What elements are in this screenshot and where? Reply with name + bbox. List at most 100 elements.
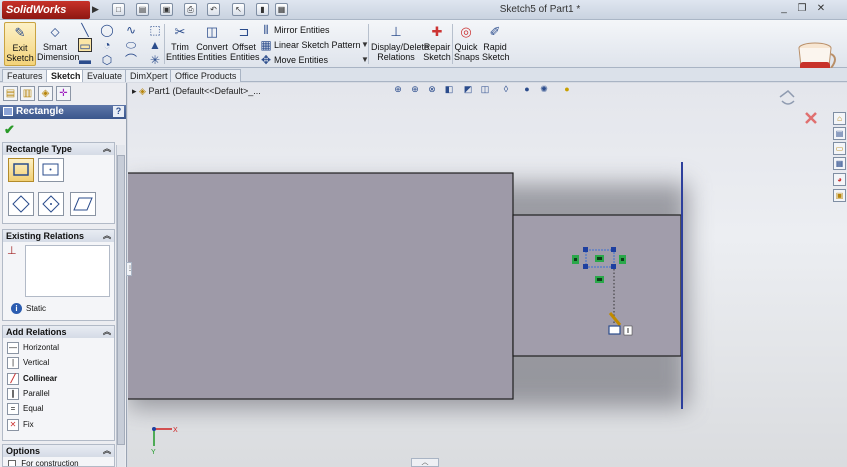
restore-button[interactable]: ❐ xyxy=(793,2,811,17)
exit-sketch-button[interactable]: ✎ Exit Sketch xyxy=(4,22,36,66)
document-close-icon[interactable]: ✕ xyxy=(828,83,836,84)
panel-splitter-handle[interactable]: ⋮ xyxy=(126,262,133,276)
3-point-center-rectangle-button[interactable] xyxy=(38,192,64,216)
restore-down-icon[interactable]: ⎯ xyxy=(788,83,793,86)
minimize-button[interactable]: _ xyxy=(775,2,793,17)
section-header[interactable]: Options ︽ xyxy=(3,445,114,457)
confirmation-corner[interactable] xyxy=(779,90,817,124)
dimxpert-manager-icon[interactable]: ✛ xyxy=(56,86,71,101)
corner-rectangle-button[interactable] xyxy=(8,158,34,182)
convert-entities-button[interactable]: ◫ Convert Entities xyxy=(196,22,228,66)
move-icon[interactable]: ✥ xyxy=(259,53,273,67)
relation-vertical[interactable]: | Vertical xyxy=(7,356,49,370)
menu-arrow-icon[interactable]: ▶ xyxy=(92,4,99,15)
fillet-icon[interactable]: ⌒ xyxy=(124,53,138,67)
center-rectangle-button[interactable] xyxy=(38,158,64,182)
arc-icon[interactable]: ◔ xyxy=(100,38,114,52)
plane-icon[interactable]: ▲ xyxy=(148,38,162,52)
section-header[interactable]: Add Relations ︽ xyxy=(3,326,114,338)
dotted-box-icon[interactable]: ⬚ xyxy=(148,23,162,37)
task-pane-file-explorer-icon[interactable]: ▭ xyxy=(833,142,846,155)
feature-manager-icon[interactable]: ▤ xyxy=(3,86,18,101)
apply-scene-icon[interactable]: ✺ xyxy=(538,83,550,95)
close-button[interactable]: ✕ xyxy=(812,2,830,17)
rectangle-icon[interactable]: ▭ xyxy=(78,38,92,53)
smart-dimension-button[interactable]: ⬦ Smart Dimension xyxy=(37,22,80,66)
section-view-icon[interactable]: ◧ xyxy=(443,83,455,95)
for-construction-checkbox[interactable] xyxy=(8,459,16,466)
line-icon[interactable]: ╲ xyxy=(78,23,92,37)
for-construction-option[interactable]: For construction xyxy=(8,459,79,466)
undo-icon[interactable]: ↶ xyxy=(207,3,220,16)
motion-study-expand-tab[interactable]: ︿ xyxy=(411,458,439,467)
tab-evaluate[interactable]: Evaluate xyxy=(82,69,128,82)
trim-entities-button[interactable]: ✂ Trim Entities xyxy=(166,22,196,66)
linear-pattern-icon[interactable]: ▦ xyxy=(259,38,273,52)
slot-icon[interactable]: ▬ xyxy=(78,53,92,67)
tab-dimxpert[interactable]: DimXpert xyxy=(125,69,173,82)
circle-icon[interactable]: ◯ xyxy=(100,23,114,37)
hide-show-icon[interactable]: ◊ xyxy=(500,83,512,95)
tab-sketch[interactable]: Sketch xyxy=(46,69,86,82)
rebuild-icon[interactable]: ▮ xyxy=(256,3,269,16)
open-icon[interactable]: ▤ xyxy=(136,3,149,16)
parallelogram-button[interactable] xyxy=(70,192,96,216)
mirror-entities-button[interactable]: Mirror Entities xyxy=(274,25,330,35)
previous-view-icon[interactable]: ⊗ xyxy=(426,83,438,95)
task-pane-appearances-icon[interactable]: ◕ xyxy=(833,173,846,186)
repair-sketch-button[interactable]: ✚ Repair Sketch xyxy=(423,22,451,66)
edit-appearance-icon[interactable]: ● xyxy=(521,83,533,95)
solidworks-logo[interactable]: SolidWorks xyxy=(2,1,90,19)
options-icon[interactable]: ▦ xyxy=(275,3,288,16)
view-settings-icon[interactable]: ● xyxy=(561,83,573,95)
tab-features[interactable]: Features xyxy=(2,69,48,82)
part-body-face[interactable] xyxy=(128,172,514,400)
quick-snaps-button[interactable]: ◎ Quick Snaps xyxy=(454,22,480,66)
cancel-sketch-icon[interactable] xyxy=(805,112,817,124)
configuration-manager-icon[interactable]: ◈ xyxy=(38,86,53,101)
display-style-icon[interactable]: ◫ xyxy=(479,83,491,95)
feature-tree-flyout[interactable]: ▸ ◈ Part1 (Default<<Default>_... xyxy=(132,86,261,97)
offset-entities-button[interactable]: ⊐ Offset Entities xyxy=(230,22,260,66)
relation-horizontal[interactable]: — Horizontal xyxy=(7,341,59,355)
task-pane-view-palette-icon[interactable]: ▦ xyxy=(833,157,846,170)
3-point-corner-rectangle-button[interactable] xyxy=(8,192,34,216)
tile-window-icon[interactable]: ❐ xyxy=(808,83,816,84)
zoom-to-fit-icon[interactable]: ⊕ xyxy=(392,83,404,95)
model-canvas[interactable]: X Y xyxy=(128,83,847,467)
task-pane-home-icon[interactable]: ⌂ xyxy=(833,112,846,125)
new-document-icon[interactable]: □ xyxy=(112,3,125,16)
print-icon[interactable]: ⎙ xyxy=(184,3,197,16)
panel-scrollbar[interactable] xyxy=(116,145,125,467)
exit-sketch-corner-icon[interactable] xyxy=(779,90,795,105)
rapid-sketch-button[interactable]: ✐ Rapid Sketch xyxy=(482,22,510,66)
move-entities-button[interactable]: Move Entities xyxy=(274,55,328,65)
display-delete-relations-button[interactable]: ⊥ Display/Delete Relations xyxy=(371,22,429,66)
property-manager-icon[interactable]: ▥ xyxy=(20,86,35,101)
graphics-area[interactable]: X Y ▸ ◈ Part1 (Default<<Default>_... ⊕ ⊕… xyxy=(128,83,847,467)
expand-icon[interactable]: ▸ xyxy=(132,86,137,96)
save-icon[interactable]: ▣ xyxy=(160,3,173,16)
tab-office-products[interactable]: Office Products xyxy=(170,69,242,82)
dropdown-arrow-icon[interactable]: ▼ xyxy=(358,38,372,52)
section-header[interactable]: Rectangle Type ︽ xyxy=(3,143,114,155)
zoom-to-area-icon[interactable]: ⊕ xyxy=(409,83,421,95)
relation-parallel[interactable]: ∥ Parallel xyxy=(7,387,50,401)
spline-icon[interactable]: ∿ xyxy=(124,23,138,37)
relation-fix[interactable]: ✕ Fix xyxy=(7,418,34,432)
linear-sketch-pattern-button[interactable]: Linear Sketch Pattern xyxy=(274,40,361,50)
view-orientation-icon[interactable]: ◩ xyxy=(462,83,474,95)
part-step-face[interactable] xyxy=(512,214,682,357)
section-header[interactable]: Existing Relations ︽ xyxy=(3,230,114,242)
task-pane-library-icon[interactable]: ▤ xyxy=(833,127,846,140)
relation-collinear[interactable]: ╱ Collinear xyxy=(7,372,57,386)
help-button[interactable]: ? xyxy=(113,106,124,117)
feature-tree-root[interactable]: Part1 (Default<<Default>_... xyxy=(148,86,260,96)
scrollbar-thumb[interactable] xyxy=(117,155,125,445)
task-pane-custom-properties-icon[interactable]: ▣ xyxy=(833,189,846,202)
point-icon[interactable]: ✳ xyxy=(148,53,162,67)
mirror-icon[interactable]: ⫴ xyxy=(259,23,273,37)
relation-equal[interactable]: = Equal xyxy=(7,402,43,416)
polygon-icon[interactable]: ⬡ xyxy=(100,53,114,67)
select-icon[interactable]: ↖ xyxy=(232,3,245,16)
